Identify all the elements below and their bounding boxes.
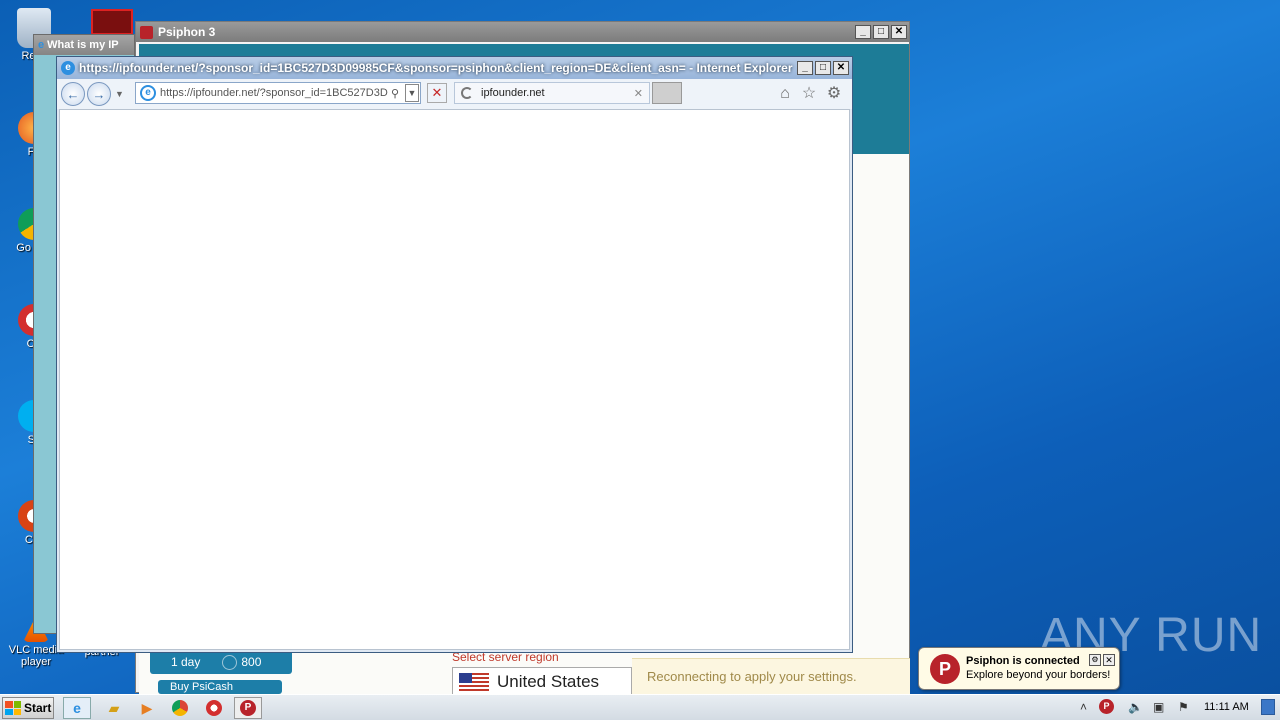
window-title: What is my IP (47, 39, 119, 51)
tab-close-icon[interactable]: ✕ (634, 87, 643, 100)
loading-spinner-icon (461, 87, 473, 99)
address-dropdown-icon[interactable]: ▼ (405, 84, 419, 102)
notification-body: Explore beyond your borders! (966, 669, 1111, 681)
tab-ipfounder[interactable]: ipfounder.net ✕ (454, 82, 650, 104)
taskbar-opera-icon[interactable] (200, 697, 228, 719)
plan-price: 800 (241, 655, 262, 669)
taskbar-chrome-icon[interactable] (166, 697, 194, 719)
home-icon[interactable]: ⌂ (775, 84, 795, 104)
pdf-icon[interactable] (91, 9, 133, 35)
region-select[interactable]: United States (452, 667, 632, 697)
forward-button[interactable]: → (87, 82, 111, 106)
psiphon-titlebar[interactable]: Psiphon 3 _ □ ✕ (136, 22, 909, 42)
stop-loading-button[interactable]: ✕ (427, 83, 447, 103)
history-dropdown-icon[interactable]: ▼ (115, 89, 124, 99)
tray-network-icon[interactable]: ▣ (1153, 700, 1164, 714)
tab-label: ipfounder.net (481, 87, 545, 99)
psiphon-logo-icon: P (930, 654, 960, 684)
minimize-button[interactable]: _ (797, 61, 813, 75)
tray-expand-icon[interactable]: ˄ (1080, 700, 1087, 714)
taskbar-clock[interactable]: 11:11 AM (1204, 701, 1249, 713)
notification-close-icon[interactable]: ✕ (1103, 654, 1115, 666)
close-button[interactable]: ✕ (833, 61, 849, 75)
notification-settings-icon[interactable]: ⚙ (1089, 654, 1101, 666)
psiphon-notification[interactable]: P Psiphon is connected Explore beyond yo… (918, 647, 1120, 690)
ie-main-titlebar[interactable]: e https://ipfounder.net/?sponsor_id=1BC5… (57, 57, 852, 79)
favorites-star-icon[interactable]: ☆ (799, 84, 819, 104)
taskbar-media-player-icon[interactable]: ▶ (133, 697, 161, 719)
minimize-button[interactable]: _ (855, 25, 871, 39)
ie-page-content[interactable] (59, 109, 850, 650)
buy-psicash-label: Buy PsiCash (170, 681, 233, 693)
plan-1-day-button[interactable]: 1 day 800 (150, 650, 292, 674)
settings-gear-icon[interactable]: ⚙ (824, 84, 844, 104)
show-desktop-button[interactable] (1261, 699, 1275, 715)
taskbar: Start e ▰ ▶ P ˄ P 🔈 ▣ ⚑ 11:11 AM (0, 694, 1280, 720)
start-label: Start (24, 701, 52, 715)
ie-background-titlebar[interactable]: e What is my IP (34, 35, 134, 55)
tray-volume-icon[interactable]: 🔈 (1128, 700, 1143, 714)
window-title: Psiphon 3 (158, 25, 216, 39)
maximize-button[interactable]: □ (815, 61, 831, 75)
ie-page-icon: e (140, 85, 156, 101)
notification-title: Psiphon is connected (966, 655, 1080, 667)
address-bar[interactable]: e https://ipfounder.net/?sponsor_id=1BC5… (135, 82, 421, 104)
tray-action-center-flag-icon[interactable]: ⚑ (1178, 700, 1189, 714)
ie-toolbar: ← → ▼ e https://ipfounder.net/?sponsor_i… (57, 79, 852, 109)
region-value: United States (497, 672, 600, 691)
psicash-coin-icon (222, 654, 238, 670)
windows-logo-icon (5, 701, 21, 715)
tray-psiphon-icon[interactable]: P (1099, 699, 1114, 714)
taskbar-explorer-icon[interactable]: ▰ (100, 697, 128, 719)
taskbar-psiphon-icon[interactable]: P (234, 697, 262, 719)
close-button[interactable]: ✕ (891, 25, 907, 39)
maximize-button[interactable]: □ (873, 25, 889, 39)
start-button[interactable]: Start (2, 697, 54, 719)
taskbar-ie-icon[interactable]: e (63, 697, 91, 719)
status-message: Reconnecting to apply your settings. (632, 658, 910, 694)
buy-psicash-button[interactable]: Buy PsiCash (158, 680, 282, 694)
ie-icon: e (61, 61, 75, 75)
search-icon[interactable]: ⚲ (391, 87, 405, 100)
new-tab-button[interactable] (652, 82, 682, 104)
plan-duration: 1 day (171, 655, 201, 669)
psiphon-app-icon (140, 25, 153, 39)
ie-main-window[interactable]: e https://ipfounder.net/?sponsor_id=1BC5… (56, 56, 853, 653)
address-text[interactable]: https://ipfounder.net/?sponsor_id=1BC527… (160, 87, 391, 99)
window-title: https://ipfounder.net/?sponsor_id=1BC527… (79, 61, 793, 75)
ie-icon: e (38, 39, 45, 51)
back-button[interactable]: ← (61, 82, 85, 106)
us-flag-icon (459, 673, 489, 691)
